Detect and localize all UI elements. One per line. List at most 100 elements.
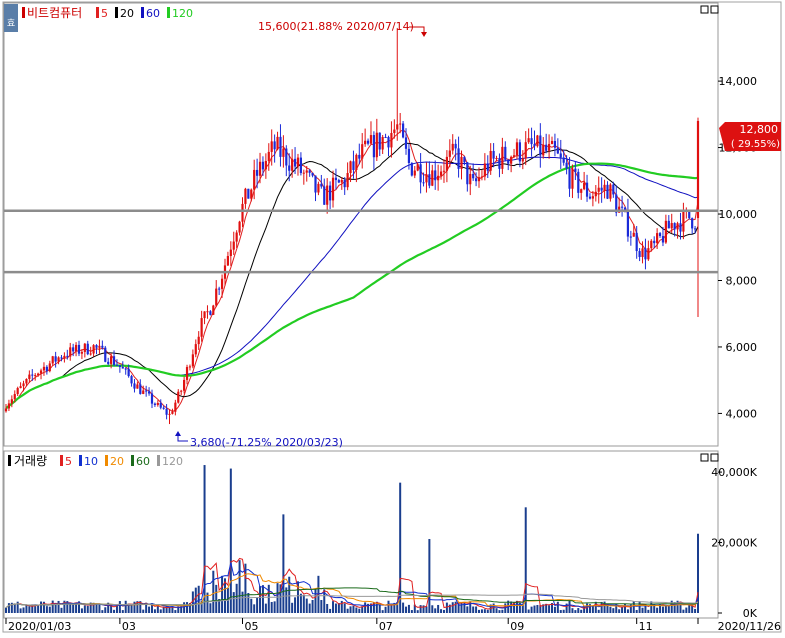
volume-close-icon[interactable] — [710, 453, 719, 462]
volume-bar — [358, 608, 361, 613]
candle-body — [153, 403, 157, 405]
candle-body — [521, 158, 524, 162]
volume-bar — [162, 607, 165, 613]
volume-bar — [536, 604, 539, 613]
candle-body — [323, 186, 326, 205]
volume-bar — [384, 606, 387, 613]
legend-marker-ma5 — [96, 7, 99, 18]
candle-body — [419, 164, 422, 183]
volume-bar — [667, 606, 670, 613]
candle-body — [442, 170, 446, 172]
candle-body — [112, 356, 116, 365]
volume-bar — [124, 600, 127, 613]
candle-body — [95, 345, 98, 348]
volume-bar — [13, 603, 16, 613]
candle-body — [396, 124, 399, 130]
price-tick-label: 4,000 — [726, 407, 758, 420]
candle-body — [571, 168, 574, 189]
price-tick-label: 10,000 — [719, 208, 758, 221]
candle-body — [241, 203, 244, 222]
candle-body — [317, 183, 320, 193]
candle-body — [253, 169, 256, 190]
candle-body — [98, 345, 101, 348]
candle-body — [124, 368, 127, 370]
candle-body — [25, 378, 28, 384]
candle-body — [191, 354, 194, 367]
candle-body — [553, 140, 557, 148]
price-tick-label: 8,000 — [726, 274, 758, 287]
candle-body — [7, 403, 11, 409]
volume-bar — [451, 602, 454, 613]
candle-body — [311, 172, 314, 176]
candle-body — [515, 142, 519, 156]
volume-bar — [57, 600, 60, 613]
candle-body — [293, 158, 297, 167]
candle-body — [583, 182, 586, 190]
candle-body — [326, 185, 329, 205]
legend-label-vol5: 5 — [65, 455, 72, 468]
candle-body — [48, 363, 51, 372]
stock-name: 비트컴퓨터 — [27, 6, 82, 20]
candle-body — [200, 318, 203, 337]
series-marker-price — [22, 7, 25, 18]
volume-bar — [209, 603, 212, 613]
volume-bar — [232, 592, 235, 613]
volume-bar — [647, 609, 650, 613]
candle-body — [72, 347, 75, 352]
volume-bar — [419, 605, 422, 613]
candle-body — [145, 390, 148, 392]
candle-body — [580, 189, 583, 193]
candle-body — [232, 241, 235, 250]
volume-bar — [80, 608, 83, 613]
volume-bar — [656, 607, 659, 613]
candle-body — [568, 168, 571, 189]
legend-label-vol10: 10 — [84, 455, 98, 468]
legend-marker-ma20 — [115, 7, 118, 18]
volume-bar — [343, 603, 346, 613]
candle-body — [340, 179, 343, 183]
candle-body — [22, 383, 25, 387]
close-icon[interactable] — [710, 5, 719, 14]
legend-marker-vol120 — [157, 455, 160, 466]
volume-bar — [568, 600, 571, 613]
candle-body — [597, 187, 600, 192]
candle-body — [565, 162, 568, 169]
volume-bar — [276, 583, 279, 613]
volume-bar — [273, 601, 276, 613]
candle-body — [428, 174, 431, 186]
volume-bar — [346, 608, 349, 613]
volume-bar — [407, 604, 410, 613]
candle-body — [279, 136, 282, 157]
volume-bar — [626, 609, 629, 613]
volume-bar — [349, 606, 352, 613]
candle-body — [57, 357, 60, 362]
price-panel — [3, 2, 719, 447]
volume-bar — [183, 602, 186, 613]
volume-bar — [688, 605, 691, 613]
volume-bar — [556, 601, 559, 613]
candle-body — [366, 140, 370, 144]
volume-bar — [229, 468, 232, 613]
volume-bar — [291, 602, 294, 613]
last-price-badge: 12,800 ( 29.55%) — [719, 122, 781, 151]
volume-bar — [142, 609, 145, 613]
date-tick-label: 2020/11/26 — [718, 620, 781, 633]
candle-body — [375, 132, 378, 158]
candle-body — [101, 345, 104, 348]
candle-body — [270, 141, 273, 152]
volume-bar — [264, 603, 267, 613]
candle-body — [658, 233, 662, 237]
candle-body — [477, 177, 481, 182]
candle-body — [256, 169, 259, 176]
volume-bar — [212, 570, 215, 613]
volume-bar — [148, 606, 151, 613]
candle-body — [358, 154, 361, 159]
volume-bar — [334, 603, 337, 613]
volume-bar — [594, 601, 597, 613]
candle-body — [474, 178, 478, 182]
volume-bar — [118, 601, 121, 613]
volume-bar — [261, 585, 264, 613]
candle-body — [463, 156, 466, 163]
candle-body — [165, 408, 168, 415]
volume-bar — [609, 606, 612, 613]
